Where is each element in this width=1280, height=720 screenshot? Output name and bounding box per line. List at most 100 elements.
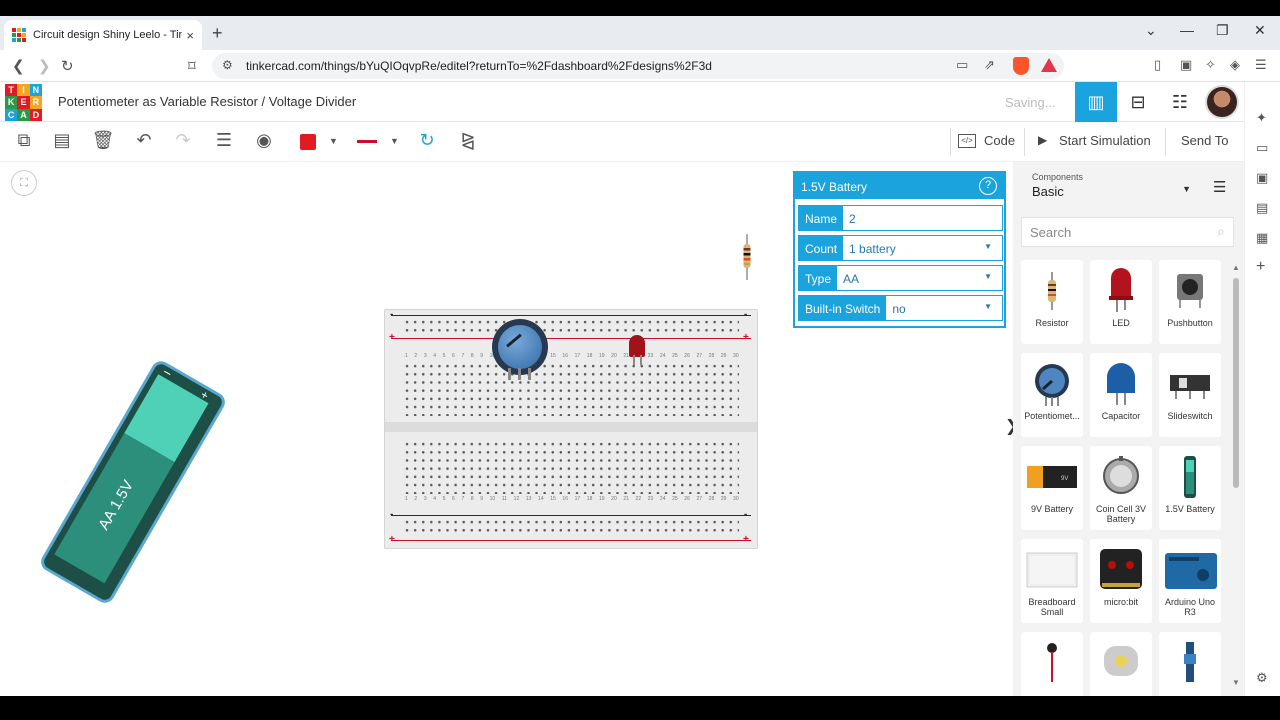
- column-number: 16: [562, 496, 568, 502]
- wire-color-swatch[interactable]: [300, 134, 316, 150]
- fit-view-icon[interactable]: ⛶: [11, 170, 37, 196]
- resistor-component[interactable]: [743, 234, 751, 280]
- sidebar-settings-icon[interactable]: ⚙: [1256, 670, 1268, 686]
- components-grid: Resistor LED Pushbutton Potentiomet... Capac…: [1021, 260, 1231, 696]
- column-number: 12: [513, 496, 520, 502]
- count-select[interactable]: 1 battery ▼: [843, 236, 1002, 260]
- component-card[interactable]: Arduino Uno R3: [1159, 539, 1221, 623]
- search-input[interactable]: Search ⌕: [1021, 217, 1234, 247]
- site-info-icon[interactable]: ⚙: [222, 58, 233, 72]
- component-card[interactable]: Potentiomet...: [1021, 353, 1083, 437]
- column-number: 10: [489, 496, 496, 502]
- potentiometer-component[interactable]: [492, 319, 548, 375]
- vpn-icon[interactable]: ◈: [1230, 57, 1240, 73]
- avatar[interactable]: [1205, 85, 1239, 119]
- toolbar-divider: [1165, 128, 1166, 156]
- share-icon[interactable]: ⇗: [984, 57, 995, 73]
- start-simulation-button[interactable]: Start Simulation: [1059, 133, 1151, 148]
- undo-icon[interactable]: ↶: [131, 130, 157, 154]
- wallet-sidebar-icon[interactable]: ▣: [1256, 170, 1268, 186]
- column-number: 15: [550, 353, 556, 359]
- component-card[interactable]: Slideswitch: [1159, 353, 1221, 437]
- help-icon[interactable]: ?: [979, 177, 997, 195]
- tab-close-icon[interactable]: ×: [186, 28, 194, 43]
- flip-icon[interactable]: ⧎: [455, 130, 481, 154]
- circuit-view-button[interactable]: ▥: [1075, 82, 1117, 122]
- column-number: 4: [433, 496, 436, 502]
- leo-icon[interactable]: ✧: [1205, 57, 1216, 73]
- schematic-view-button[interactable]: ⊟: [1117, 82, 1159, 122]
- scroll-up-icon[interactable]: ▲: [1232, 263, 1240, 272]
- scroll-down-icon[interactable]: ▼: [1232, 678, 1240, 687]
- sidebar-toggle-icon[interactable]: ▯: [1154, 57, 1161, 73]
- column-number: 2: [414, 496, 418, 502]
- component-card[interactable]: Capacitor: [1090, 353, 1152, 437]
- window-close-icon[interactable]: ✕: [1254, 22, 1266, 39]
- type-select[interactable]: AA ▼: [837, 266, 1002, 290]
- delete-icon[interactable]: 🗑: [90, 130, 116, 154]
- led-component[interactable]: [629, 335, 645, 357]
- column-number: 11: [501, 496, 508, 502]
- media-sidebar-icon[interactable]: ▭: [1256, 140, 1268, 156]
- column-number: 14: [538, 496, 544, 502]
- component-card[interactable]: LED: [1090, 260, 1152, 344]
- component-card[interactable]: 1.5V Battery: [1159, 446, 1221, 530]
- component-list-button[interactable]: ☷: [1159, 82, 1201, 122]
- component-card[interactable]: [1090, 632, 1152, 696]
- code-button[interactable]: Code: [984, 133, 1015, 148]
- column-number: 9: [480, 496, 484, 502]
- rotate-icon[interactable]: ↻: [414, 130, 440, 154]
- menu-icon[interactable]: ☰: [1255, 57, 1267, 73]
- component-inspector: 1.5V Battery ? Name 2 Count 1 battery ▼ T…: [793, 171, 1006, 328]
- chevron-down-icon: ▼: [984, 242, 992, 251]
- brave-shield-icon[interactable]: [1013, 57, 1029, 75]
- notes-icon[interactable]: ☰: [211, 130, 237, 154]
- wallet-icon[interactable]: ▣: [1180, 57, 1192, 73]
- design-title[interactable]: Potentiometer as Variable Resistor / Vol…: [58, 94, 356, 109]
- list-view-icon[interactable]: ☰: [1213, 178, 1226, 196]
- browser-tab[interactable]: Circuit design Shiny Leelo - Tinkercad ×: [4, 20, 202, 50]
- component-card[interactable]: Resistor: [1021, 260, 1083, 344]
- components-select[interactable]: Components Basic ▼: [1019, 168, 1199, 206]
- minimize-icon[interactable]: —: [1180, 22, 1194, 38]
- reading-list-icon[interactable]: ▦: [1256, 230, 1268, 246]
- component-card[interactable]: Coin Cell 3V Battery: [1090, 446, 1152, 530]
- component-card[interactable]: micro:bit: [1090, 539, 1152, 623]
- new-tab-icon[interactable]: +: [212, 23, 223, 44]
- forward-icon[interactable]: ❯: [38, 57, 51, 75]
- note-visibility-icon[interactable]: ◉: [251, 130, 277, 154]
- maximize-icon[interactable]: ❐: [1216, 22, 1229, 39]
- panel-scrollbar[interactable]: ▲ ▼: [1232, 263, 1240, 688]
- leo-sidebar-icon[interactable]: ✦: [1256, 110, 1267, 126]
- column-number: 29: [720, 353, 727, 359]
- component-card[interactable]: 9V 9V Battery: [1021, 446, 1083, 530]
- chevron-down-icon[interactable]: ▼: [390, 136, 399, 146]
- bookmarks-sidebar-icon[interactable]: ▤: [1256, 200, 1268, 216]
- bookmark-icon[interactable]: ⌑: [188, 57, 196, 75]
- redo-icon[interactable]: ↷: [170, 130, 196, 154]
- tinkercad-logo[interactable]: TINKERCAD: [5, 84, 42, 121]
- inspector-key: Count: [799, 236, 844, 260]
- component-card[interactable]: Breadboard Small: [1021, 539, 1083, 623]
- add-sidebar-icon[interactable]: +: [1256, 258, 1265, 276]
- install-icon[interactable]: ▭: [956, 57, 968, 73]
- wire-type-swatch[interactable]: [357, 140, 377, 143]
- paste-icon[interactable]: ▤: [49, 130, 75, 154]
- scrollbar-thumb[interactable]: [1233, 278, 1239, 488]
- component-card[interactable]: [1021, 632, 1083, 696]
- chevron-down-icon[interactable]: ▼: [329, 136, 338, 146]
- send-to-button[interactable]: Send To: [1181, 133, 1228, 148]
- brave-rewards-icon[interactable]: [1041, 58, 1057, 72]
- logo-letter: A: [17, 108, 30, 121]
- component-card[interactable]: [1159, 632, 1221, 696]
- name-field[interactable]: 2: [843, 206, 1002, 230]
- reload-icon[interactable]: ↻: [61, 57, 74, 75]
- component-card[interactable]: Pushbutton: [1159, 260, 1221, 344]
- breadboard[interactable]: - + - + 12345678910111213141516171819202…: [384, 309, 758, 549]
- tab-search-icon[interactable]: ⌄: [1145, 22, 1157, 39]
- built-in-switch-select[interactable]: no ▼: [886, 296, 1002, 320]
- address-bar[interactable]: ⚙ tinkercad.com/things/bYuQIOqvpRe/edite…: [212, 53, 1064, 79]
- copy-icon[interactable]: ⧉: [11, 130, 37, 154]
- back-icon[interactable]: ❮: [12, 57, 25, 75]
- battery-component[interactable]: − + AA 1.5V: [37, 357, 229, 607]
